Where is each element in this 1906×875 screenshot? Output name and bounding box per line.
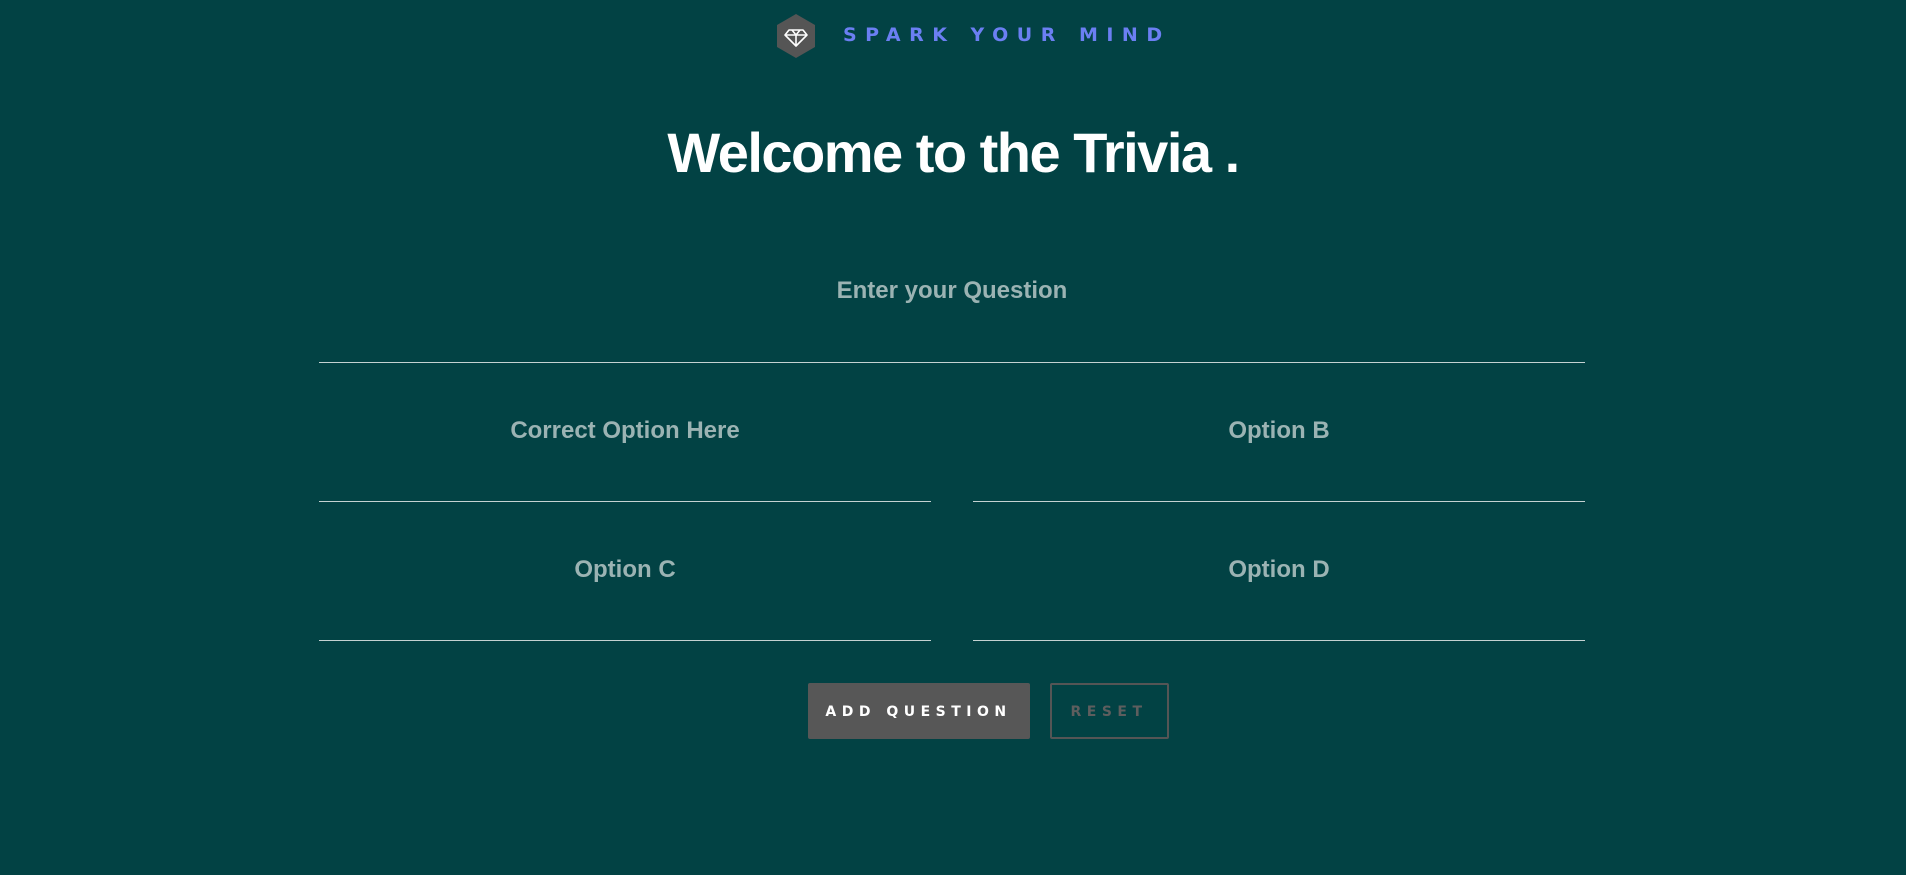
option-c-input[interactable] [319,537,931,640]
logo-badge[interactable] [775,13,817,59]
option-c-field-wrapper [319,537,931,641]
option-b-input[interactable] [973,398,1585,501]
brand-name[interactable]: SPARK YOUR MIND [843,24,1171,46]
question-field-wrapper [319,258,1585,363]
option-d-input[interactable] [973,537,1585,640]
add-question-button[interactable]: ADD QUESTION [808,683,1030,739]
option-a-field-wrapper [319,398,931,502]
question-input[interactable] [319,258,1585,362]
option-b-field-wrapper [973,398,1585,502]
reset-button[interactable]: RESET [1050,683,1169,739]
header: SPARK YOUR MIND [0,0,1906,72]
option-d-field-wrapper [973,537,1585,641]
page-title: Welcome to the Trivia . [667,121,1240,184]
correct-option-input[interactable] [319,398,931,501]
